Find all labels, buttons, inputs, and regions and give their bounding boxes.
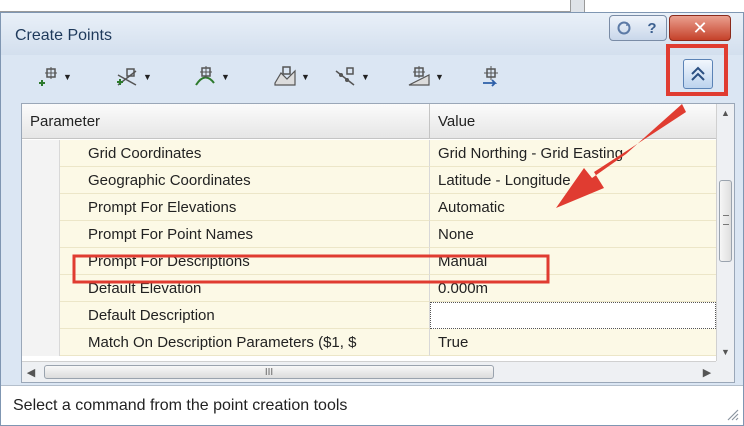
horizontal-scroll-thumb[interactable]: III: [44, 365, 494, 379]
point-surface-icon: [271, 63, 299, 91]
table-row[interactable]: Geographic Coordinates Latitude - Longit…: [22, 167, 716, 194]
value-cell[interactable]: Automatic: [430, 194, 716, 221]
scroll-right-arrow-icon[interactable]: ▶: [698, 362, 716, 382]
row-gutter: [22, 221, 60, 248]
chevron-down-icon: ▼: [143, 72, 152, 82]
grid-header: Parameter Value: [22, 104, 716, 139]
grid-rows: Grid Coordinates Grid Northing - Grid Ea…: [22, 140, 716, 361]
close-button[interactable]: ✕: [669, 15, 731, 41]
parameter-column-header[interactable]: Parameter: [22, 104, 430, 139]
value-cell[interactable]: 0.000m: [430, 275, 716, 302]
close-icon: ✕: [692, 17, 708, 38]
options-button[interactable]: [610, 20, 638, 36]
chevron-down-icon: ▼: [63, 72, 72, 82]
create-points-window: Create Points ? ✕ ▼ ▼ ▼ ▼ ▼ ▼ Parameter …: [0, 12, 744, 426]
status-bar: Select a command from the point creation…: [1, 385, 743, 425]
value-cell[interactable]: Latitude - Longitude: [430, 167, 716, 194]
parameter-cell: Prompt For Point Names: [60, 221, 430, 248]
scroll-up-arrow-icon[interactable]: ▲: [717, 104, 734, 122]
value-cell[interactable]: None: [430, 221, 716, 248]
default-description-input[interactable]: [430, 302, 716, 329]
parameter-cell: Match On Description Parameters ($1, $: [60, 329, 430, 356]
scroll-down-arrow-icon[interactable]: ▼: [717, 343, 734, 361]
table-row[interactable]: Match On Description Parameters ($1, $ T…: [22, 329, 716, 356]
vertical-scrollbar[interactable]: ▲ ▼: [716, 104, 734, 361]
resize-grip-icon[interactable]: [725, 407, 739, 421]
vertical-scroll-thumb[interactable]: [719, 180, 732, 262]
row-gutter: [22, 275, 60, 302]
row-gutter: [22, 248, 60, 275]
point-tool-surface[interactable]: ▼: [271, 63, 310, 91]
point-creation-toolbar: ▼ ▼ ▼ ▼ ▼ ▼: [1, 57, 743, 97]
parameter-cell: Default Elevation: [60, 275, 430, 302]
scrollbar-corner: [716, 361, 734, 382]
title-bar[interactable]: Create Points ? ✕: [1, 13, 743, 55]
title-buttons-group: ?: [609, 15, 667, 41]
horizontal-scrollbar[interactable]: ◀ III ▶: [22, 361, 716, 382]
parameter-grid: Parameter Value Grid Coordinates Grid No…: [21, 103, 735, 383]
double-chevron-up-icon: [691, 66, 705, 81]
value-cell[interactable]: Grid Northing - Grid Easting: [430, 140, 716, 167]
point-tool-intersection[interactable]: ▼: [113, 63, 152, 91]
help-button[interactable]: ?: [638, 20, 666, 37]
circle-arrow-icon: [617, 21, 631, 35]
table-row[interactable]: Default Elevation 0.000m: [22, 275, 716, 302]
background-window-edge: [0, 0, 571, 12]
row-gutter: [22, 194, 60, 221]
table-row[interactable]: Prompt For Elevations Automatic: [22, 194, 716, 221]
point-tool-miscellaneous[interactable]: ▼: [33, 63, 72, 91]
table-row[interactable]: Default Description: [22, 302, 716, 329]
table-row[interactable]: Prompt For Point Names None: [22, 221, 716, 248]
window-title: Create Points: [15, 27, 112, 44]
parameter-cell: Prompt For Descriptions: [60, 248, 430, 275]
point-alignment-icon: [191, 63, 219, 91]
point-intersection-icon: [113, 63, 141, 91]
point-tool-slope[interactable]: ▼: [405, 63, 444, 91]
grip-icon: III: [264, 366, 274, 378]
point-plus-icon: [33, 63, 61, 91]
row-gutter: [22, 140, 60, 167]
point-tool-convert[interactable]: [477, 63, 505, 91]
collapse-panel-button[interactable]: [683, 59, 713, 89]
point-interpolate-icon: [331, 63, 359, 91]
point-tool-alignment[interactable]: ▼: [191, 63, 230, 91]
value-cell[interactable]: Manual: [430, 248, 716, 275]
chevron-down-icon: ▼: [361, 72, 370, 82]
chevron-down-icon: ▼: [301, 72, 310, 82]
grip-icon: [723, 215, 729, 225]
parameter-cell: Geographic Coordinates: [60, 167, 430, 194]
parameter-cell: Default Description: [60, 302, 430, 329]
row-gutter: [22, 329, 60, 356]
chevron-down-icon: ▼: [221, 72, 230, 82]
status-text: Select a command from the point creation…: [13, 397, 348, 414]
point-slope-icon: [405, 63, 433, 91]
point-tool-interpolate[interactable]: ▼: [331, 63, 370, 91]
chevron-down-icon: ▼: [435, 72, 444, 82]
parameter-cell: Prompt For Elevations: [60, 194, 430, 221]
row-gutter: [22, 167, 60, 194]
scroll-left-arrow-icon[interactable]: ◀: [22, 362, 40, 382]
point-convert-icon: [477, 63, 505, 91]
parameter-cell: Grid Coordinates: [60, 140, 430, 167]
row-gutter: [22, 302, 60, 329]
table-row[interactable]: Grid Coordinates Grid Northing - Grid Ea…: [22, 140, 716, 167]
table-row[interactable]: Prompt For Descriptions Manual: [22, 248, 716, 275]
value-cell[interactable]: True: [430, 329, 716, 356]
value-column-header[interactable]: Value: [430, 104, 716, 139]
